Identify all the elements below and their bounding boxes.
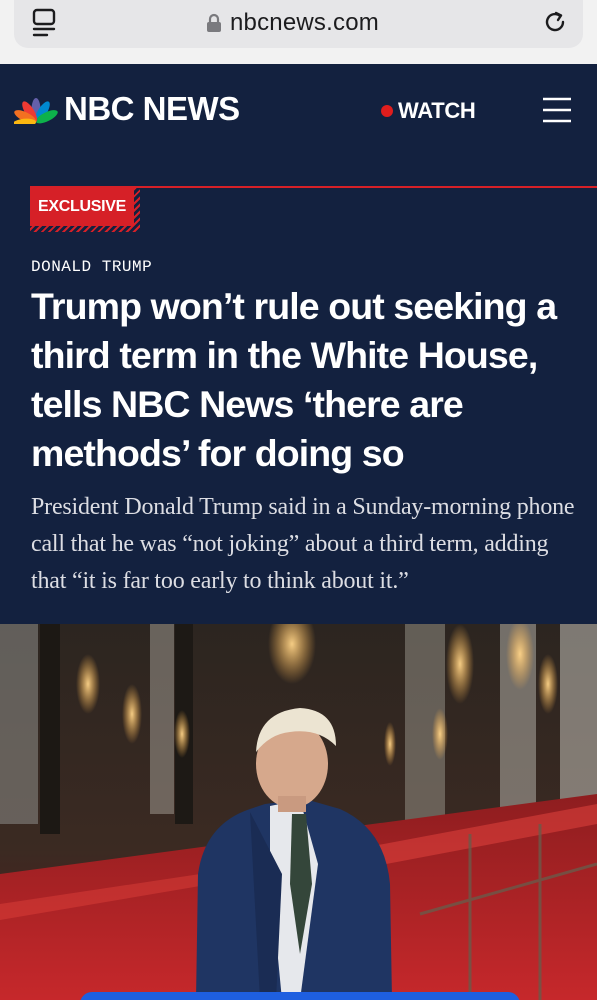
menu-icon[interactable] bbox=[541, 96, 573, 124]
live-dot bbox=[381, 105, 393, 117]
reload-icon[interactable] bbox=[541, 8, 569, 36]
exclusive-badge: EXCLUSIVE bbox=[30, 186, 140, 232]
brand-wordmark[interactable]: NBC NEWS bbox=[64, 90, 240, 128]
tabs-icon[interactable] bbox=[31, 8, 57, 38]
lock-icon bbox=[207, 13, 221, 32]
watch-button[interactable]: WATCH bbox=[381, 98, 476, 124]
exclusive-label: EXCLUSIVE bbox=[38, 198, 126, 215]
browser-toolbar: nbcnews.com bbox=[0, 0, 597, 64]
article-dek: President Donald Trump said in a Sunday-… bbox=[31, 494, 575, 594]
hero-photo bbox=[0, 624, 597, 1000]
category-label[interactable]: DONALD TRUMP bbox=[31, 258, 152, 276]
url-text: nbcnews.com bbox=[230, 9, 379, 36]
site-hero: NBC NEWS WATCH EXCLUSIVE DONALD TRUMP Tr… bbox=[0, 64, 597, 624]
url-display[interactable]: nbcnews.com bbox=[206, 8, 379, 38]
article-headline: Trump won’t rule out seeking a third ter… bbox=[31, 285, 557, 474]
peacock-logo[interactable] bbox=[14, 96, 58, 124]
site-header: NBC NEWS WATCH bbox=[0, 64, 597, 156]
watch-label: WATCH bbox=[398, 98, 476, 123]
bottom-cta-bar[interactable] bbox=[80, 992, 520, 1000]
